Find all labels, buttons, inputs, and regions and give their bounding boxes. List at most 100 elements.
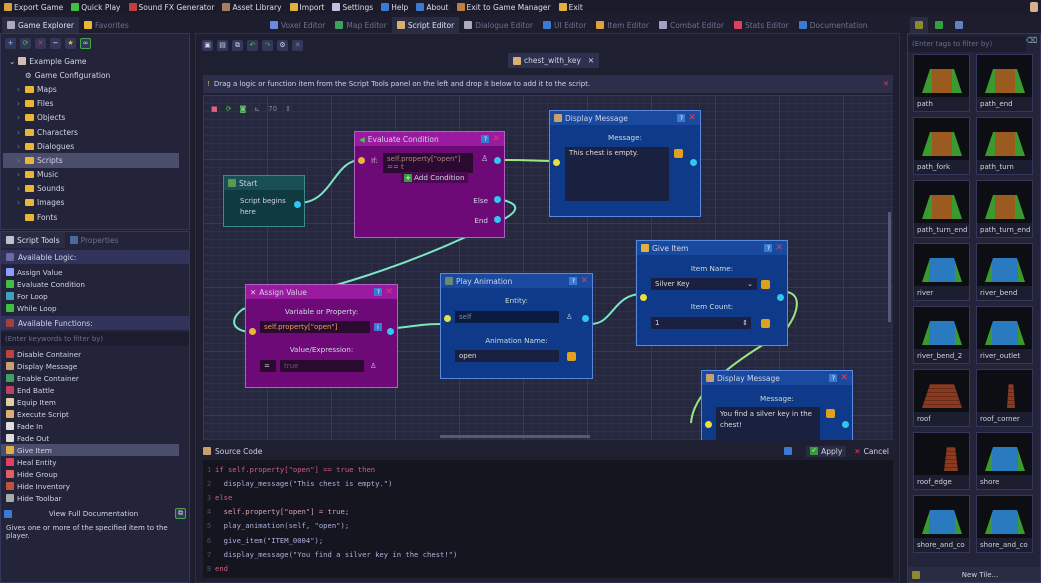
chevron-right-icon[interactable]: ›: [17, 156, 22, 165]
objects-tab[interactable]: [930, 17, 948, 33]
tree-item-game-configuration[interactable]: ⚙ Game Configuration: [3, 68, 179, 82]
help-icon[interactable]: ?: [481, 135, 490, 143]
tree-item-files[interactable]: › Files: [3, 97, 179, 111]
chevron-right-icon[interactable]: ›: [17, 198, 22, 207]
chevron-right-icon[interactable]: ›: [17, 142, 22, 151]
tile-river[interactable]: river: [913, 243, 970, 301]
tab-combat-editor[interactable]: Combat Editor: [654, 17, 729, 33]
function-item-heal-entity[interactable]: Heal Entity: [1, 456, 179, 468]
chevron-right-icon[interactable]: ›: [17, 170, 22, 179]
tile-shore-and-co[interactable]: shore_and_co: [976, 495, 1033, 553]
tab-ui-editor[interactable]: UI Editor: [538, 17, 591, 33]
clear-filter-icon[interactable]: ⌫: [1026, 36, 1040, 52]
tile-river-bend[interactable]: river_bend: [976, 243, 1033, 301]
condition-input[interactable]: self.property["open"] == t: [383, 153, 473, 173]
function-item-give-item[interactable]: Give Item: [1, 444, 179, 456]
lock-icon[interactable]: [826, 409, 835, 418]
function-item-display-message[interactable]: Display Message: [1, 360, 179, 372]
new-script-icon[interactable]: ▣: [202, 39, 213, 51]
dismiss-hint-icon[interactable]: ✕: [883, 80, 889, 88]
tab-game-explorer[interactable]: Game Explorer: [2, 17, 79, 33]
output-port[interactable]: [690, 159, 697, 166]
popout-icon[interactable]: ⧉: [175, 508, 186, 519]
function-item-hide-inventory[interactable]: Hide Inventory: [1, 480, 179, 492]
output-port[interactable]: [777, 294, 784, 301]
delete-node-icon[interactable]: ✕: [840, 373, 848, 383]
tiles-tab[interactable]: [910, 17, 928, 33]
function-item-hide-toolbar[interactable]: Hide Toolbar: [1, 492, 179, 504]
menu-asset-library[interactable]: Asset Library: [222, 3, 282, 12]
function-item-execute-script[interactable]: Execute Script: [1, 408, 179, 420]
tile-river-bend-2[interactable]: river_bend_2: [913, 306, 970, 364]
input-port[interactable]: [444, 315, 451, 322]
tile-path-end[interactable]: path_end: [976, 54, 1033, 112]
input-port[interactable]: [358, 157, 365, 164]
tree-item-scripts[interactable]: › Scripts: [3, 153, 179, 168]
redo-icon[interactable]: ↷: [262, 39, 273, 51]
new-tile-button[interactable]: New Tile...: [908, 567, 1040, 582]
function-item-fade-out[interactable]: Fade Out: [1, 432, 179, 444]
help-icon[interactable]: ?: [677, 114, 686, 122]
chevron-right-icon[interactable]: ›: [17, 99, 22, 108]
item-count-stepper[interactable]: 1 ⇕: [651, 317, 751, 329]
help-icon[interactable]: ?: [569, 277, 578, 285]
logic-item-for-loop[interactable]: For Loop: [1, 290, 189, 302]
tile-roof-edge[interactable]: roof_edge: [913, 432, 970, 490]
menu-exit-to-game-manager[interactable]: Exit to Game Manager: [456, 3, 551, 12]
tree-item-sounds[interactable]: › Sounds: [3, 182, 179, 196]
else-port[interactable]: [494, 196, 501, 203]
chevron-right-icon[interactable]: ›: [17, 184, 22, 193]
tile-path[interactable]: path: [913, 54, 970, 112]
close-script-icon[interactable]: ✕: [292, 39, 303, 51]
function-item-enable-container[interactable]: Enable Container: [1, 372, 179, 384]
undo-icon[interactable]: ↶: [247, 39, 258, 51]
tree-item-maps[interactable]: › Maps: [3, 82, 179, 96]
close-tab-icon[interactable]: ✕: [588, 56, 594, 65]
function-item-equip-item[interactable]: Equip Item: [1, 396, 179, 408]
delete-node-icon[interactable]: ✕: [688, 113, 696, 123]
tile-path-turn[interactable]: path_turn: [976, 117, 1033, 175]
then-port[interactable]: [494, 157, 501, 164]
tab-properties[interactable]: Properties: [65, 232, 124, 248]
value-input[interactable]: true: [280, 360, 364, 372]
menu-settings[interactable]: Settings: [332, 3, 373, 12]
pick-icon[interactable]: ♙: [370, 361, 376, 370]
pick-icon[interactable]: ♙: [481, 154, 488, 163]
copy-icon[interactable]: ⧉: [232, 39, 243, 51]
menu-help[interactable]: Help: [381, 3, 408, 12]
output-port[interactable]: [387, 328, 394, 335]
tab-item-editor[interactable]: Item Editor: [591, 17, 654, 33]
give-item-node[interactable]: Give Item? ✕ Item Name: Silver Key ⌄ Item …: [636, 240, 788, 346]
logic-item-evaluate-condition[interactable]: Evaluate Condition: [1, 278, 189, 290]
tree-item-music[interactable]: › Music: [3, 168, 179, 182]
tag-filter-input[interactable]: (Enter tags to filter by): [908, 36, 1026, 52]
tab-stats-editor[interactable]: Stats Editor: [729, 17, 794, 33]
lock-icon[interactable]: [674, 149, 683, 158]
logic-item-while-loop[interactable]: While Loop: [1, 302, 189, 314]
menu-exit[interactable]: Exit: [558, 3, 583, 12]
refresh-icon[interactable]: ⟳: [20, 37, 31, 49]
lock-icon[interactable]: [761, 319, 770, 328]
start-node[interactable]: Start Script begins here: [223, 175, 305, 227]
tile-river-outlet[interactable]: river_outlet: [976, 306, 1033, 364]
input-port[interactable]: [705, 421, 712, 428]
item-select[interactable]: Silver Key ⌄: [651, 278, 757, 290]
chevron-right-icon[interactable]: ›: [17, 85, 22, 94]
menu-import[interactable]: Import: [289, 3, 324, 12]
input-port[interactable]: [640, 294, 647, 301]
message-input[interactable]: This chest is empty.: [565, 147, 669, 201]
apply-button[interactable]: ✓ Apply: [806, 445, 847, 457]
tile-path-turn-end[interactable]: path_turn_end: [913, 180, 970, 238]
menu-about[interactable]: About: [416, 3, 449, 12]
pick-icon[interactable]: ♙: [566, 312, 572, 321]
delete-node-icon[interactable]: ✕: [580, 276, 588, 286]
view-docs-button[interactable]: View Full Documentation: [16, 509, 171, 518]
operator-select[interactable]: =: [260, 360, 276, 372]
tile-path-turn-end[interactable]: path_turn_end: [976, 180, 1033, 238]
tab-documentation[interactable]: Documentation: [794, 17, 873, 33]
canvas-horizontal-scrollbar[interactable]: [440, 435, 590, 438]
variable-input[interactable]: self.property["open"]: [260, 321, 370, 333]
characters-tab[interactable]: [950, 17, 968, 33]
output-port[interactable]: [842, 421, 849, 428]
display-message-node[interactable]: Display Message? ✕ Message: This chest is…: [549, 110, 701, 217]
